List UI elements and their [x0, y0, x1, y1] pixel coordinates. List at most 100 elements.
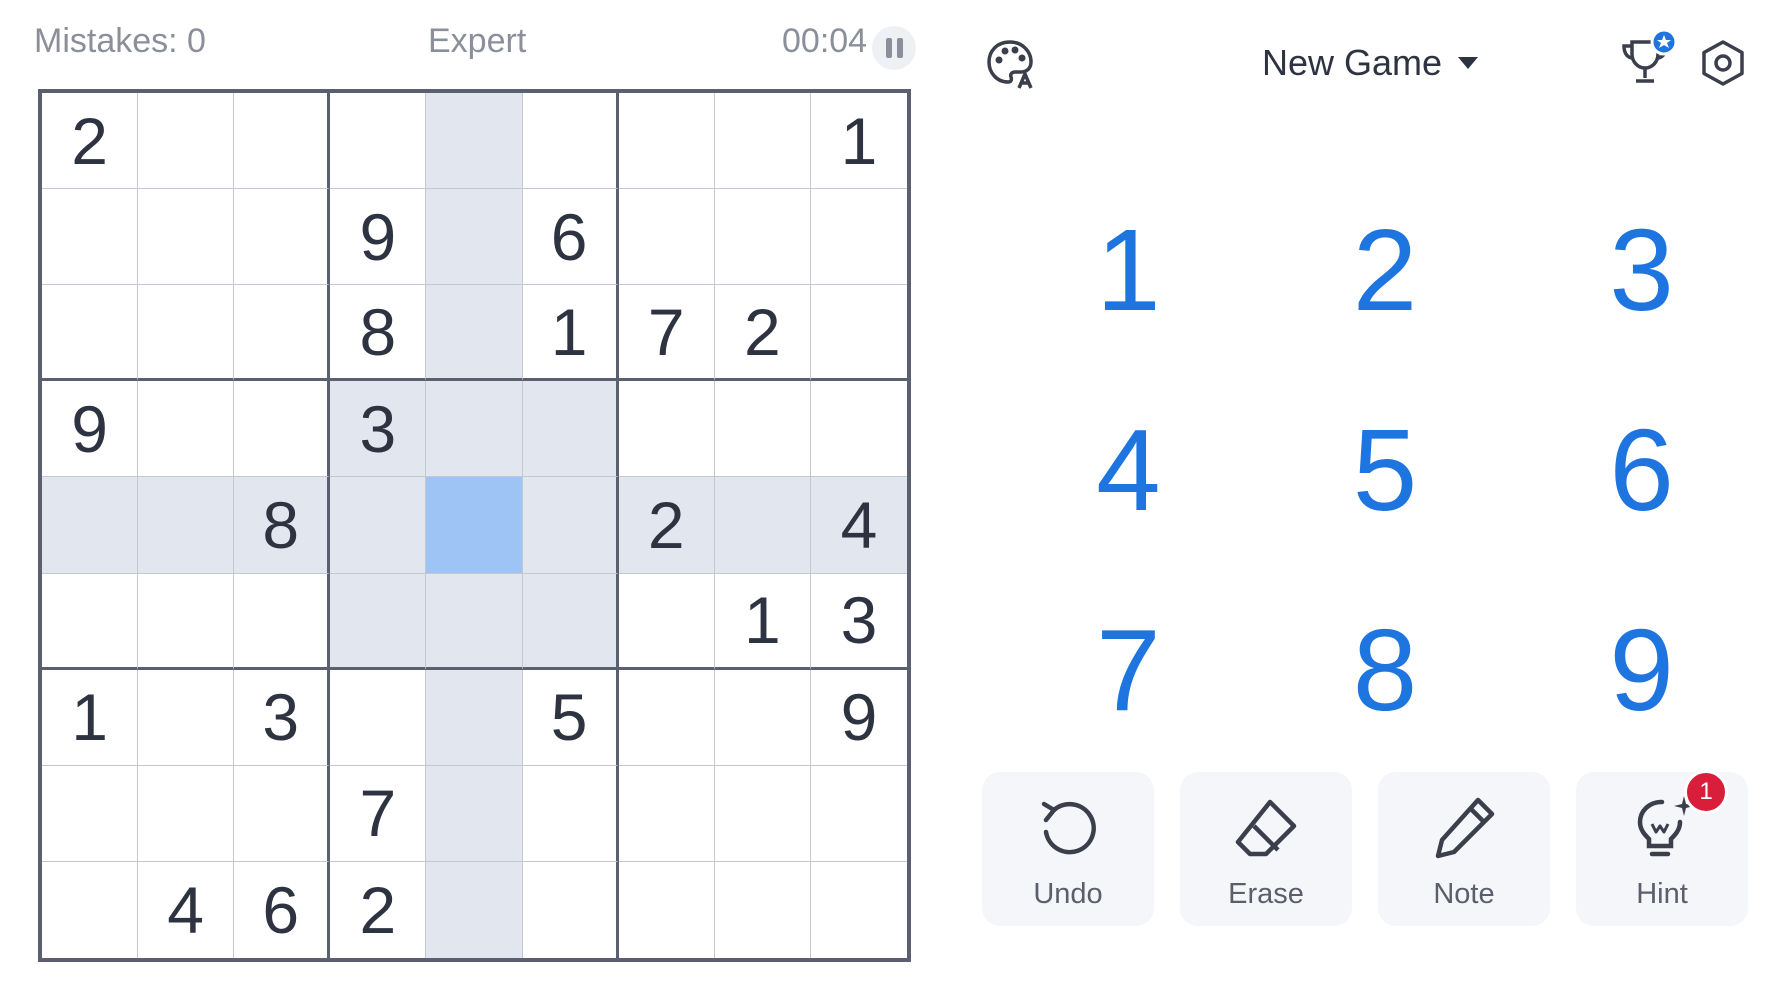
board-cell-r9-c1[interactable] [42, 861, 139, 958]
board-cell-r5-c1[interactable] [42, 477, 139, 574]
board-cell-r2-c7[interactable] [618, 189, 715, 286]
board-cell-r3-c6[interactable]: 1 [522, 285, 619, 382]
board-cell-r4-c8[interactable] [714, 381, 811, 478]
board-cell-r6-c1[interactable] [42, 573, 139, 670]
board-cell-r3-c9[interactable] [810, 285, 907, 382]
board-cell-r2-c2[interactable] [138, 189, 235, 286]
board-cell-r2-c8[interactable] [714, 189, 811, 286]
board-cell-r3-c2[interactable] [138, 285, 235, 382]
board-cell-r8-c9[interactable] [810, 766, 907, 862]
number-6-button[interactable]: 6 [1513, 370, 1770, 570]
board-cell-r9-c2[interactable]: 4 [138, 861, 235, 958]
hexagon-settings-icon[interactable] [1700, 40, 1746, 86]
board-cell-r5-c6[interactable] [522, 477, 619, 574]
board-cell-r3-c8[interactable]: 2 [714, 285, 811, 382]
board-cell-r6-c8[interactable]: 1 [714, 573, 811, 670]
board-cell-r1-c4[interactable] [330, 93, 427, 190]
board-cell-r3-c7[interactable]: 7 [618, 285, 715, 382]
board-cell-r7-c3[interactable]: 3 [234, 669, 331, 766]
board-cell-r7-c5[interactable] [426, 669, 523, 766]
board-cell-r6-c7[interactable] [618, 573, 715, 670]
number-5-button[interactable]: 5 [1257, 370, 1514, 570]
board-cell-r4-c3[interactable] [234, 381, 331, 478]
board-cell-r8-c1[interactable] [42, 765, 139, 862]
board-cell-r7-c4[interactable] [330, 669, 427, 766]
board-cell-r1-c7[interactable] [618, 93, 715, 190]
board-cell-r2-c1[interactable] [42, 189, 139, 286]
board-cell-r8-c4[interactable]: 7 [330, 765, 427, 862]
number-7-button[interactable]: 7 [1000, 570, 1257, 770]
board-cell-r7-c2[interactable] [138, 669, 235, 766]
board-cell-r7-c7[interactable] [618, 669, 715, 766]
board-cell-r1-c9[interactable]: 1 [810, 93, 907, 190]
board-cell-r5-c2[interactable] [138, 477, 235, 574]
board-cell-r2-c4[interactable]: 9 [330, 189, 427, 286]
board-cell-r4-c2[interactable] [138, 381, 235, 478]
board-cell-r3-c4[interactable]: 8 [330, 285, 427, 382]
number-4-button[interactable]: 4 [1000, 370, 1257, 570]
undo-icon [1041, 801, 1096, 855]
board-cell-r1-c2[interactable] [138, 93, 235, 190]
board-cell-r8-c5[interactable] [426, 765, 523, 862]
board-cell-r5-c3[interactable]: 8 [234, 477, 331, 574]
board-cell-r1-c6[interactable] [522, 93, 619, 190]
board-cell-r6-c9[interactable]: 3 [810, 574, 907, 670]
board-cell-r1-c1[interactable]: 2 [42, 93, 139, 190]
number-8-button[interactable]: 8 [1257, 570, 1514, 770]
board-cell-r5-c9[interactable]: 4 [810, 477, 907, 574]
board-cell-r8-c6[interactable] [522, 765, 619, 862]
board-cell-r2-c3[interactable] [234, 189, 331, 286]
board-cell-r1-c5[interactable] [426, 93, 523, 190]
number-9-button[interactable]: 9 [1513, 570, 1770, 770]
board-cell-r4-c6[interactable] [522, 381, 619, 478]
board-cell-r9-c9[interactable] [811, 862, 907, 958]
palette-icon[interactable] [985, 38, 1035, 90]
board-cell-r2-c5[interactable] [426, 189, 523, 286]
board-cell-r4-c4[interactable]: 3 [330, 381, 427, 478]
board-cell-r5-c7[interactable]: 2 [618, 477, 715, 574]
board-cell-r1-c3[interactable] [234, 93, 331, 190]
board-cell-r8-c8[interactable] [714, 765, 811, 862]
board-cell-r9-c8[interactable] [715, 861, 811, 958]
board-cell-r6-c2[interactable] [138, 573, 235, 670]
board-cell-r7-c6[interactable]: 5 [522, 669, 619, 766]
board-cell-r9-c6[interactable] [523, 861, 619, 958]
board-cell-r8-c2[interactable] [138, 765, 235, 862]
board-cell-r8-c3[interactable] [234, 765, 331, 862]
board-cell-r6-c4[interactable] [330, 573, 427, 670]
note-button[interactable]: Note [1378, 772, 1550, 926]
board-cell-r6-c6[interactable] [522, 573, 619, 670]
number-3-button[interactable]: 3 [1513, 170, 1770, 370]
board-cell-r9-c3[interactable]: 6 [234, 861, 331, 958]
board-cell-r9-c4[interactable]: 2 [330, 861, 427, 958]
undo-button[interactable]: Undo [982, 772, 1154, 926]
board-cell-r4-c1[interactable]: 9 [42, 381, 139, 478]
board-cell-r7-c1[interactable]: 1 [42, 669, 139, 766]
number-2-button[interactable]: 2 [1257, 170, 1514, 370]
board-cell-r9-c7[interactable] [619, 861, 715, 958]
board-cell-r4-c7[interactable] [618, 381, 715, 478]
number-1-button[interactable]: 1 [1000, 170, 1257, 370]
board-cell-r7-c8[interactable] [714, 669, 811, 766]
board-cell-r4-c5[interactable] [426, 381, 523, 478]
erase-button[interactable]: Erase [1180, 772, 1352, 926]
board-cell-r3-c5[interactable] [426, 285, 523, 382]
board-cell-r3-c1[interactable] [42, 285, 139, 382]
board-cell-r5-c5[interactable] [426, 477, 523, 574]
board-cell-r7-c9[interactable]: 9 [810, 670, 907, 766]
board-cell-r5-c4[interactable] [330, 477, 427, 574]
trophy-star-icon[interactable] [1618, 28, 1680, 90]
board-cell-r9-c5[interactable] [426, 861, 523, 958]
new-game-dropdown[interactable]: New Game [1262, 42, 1479, 84]
board-cell-r6-c3[interactable] [234, 573, 331, 670]
board-cell-r1-c8[interactable] [714, 93, 811, 190]
board-cell-r8-c7[interactable] [618, 765, 715, 862]
board-cell-r4-c9[interactable] [810, 381, 907, 478]
pause-button[interactable] [872, 26, 916, 70]
board-cell-r6-c5[interactable] [426, 573, 523, 670]
hint-button[interactable]: Hint 1 [1576, 770, 1748, 926]
board-cell-r3-c3[interactable] [234, 285, 331, 382]
board-cell-r5-c8[interactable] [714, 477, 811, 574]
board-cell-r2-c6[interactable]: 6 [522, 189, 619, 286]
board-cell-r2-c9[interactable] [810, 189, 907, 286]
